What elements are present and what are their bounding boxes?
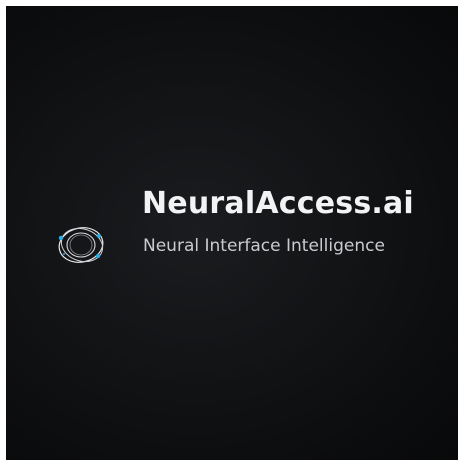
orbit-ring-logo-icon (55, 223, 107, 267)
banner-canvas: NeuralAccess.ai Neural Interface Intelli… (6, 6, 458, 460)
brand-tagline: Neural Interface Intelligence (143, 236, 385, 256)
brand-title: NeuralAccess.ai (142, 186, 414, 221)
